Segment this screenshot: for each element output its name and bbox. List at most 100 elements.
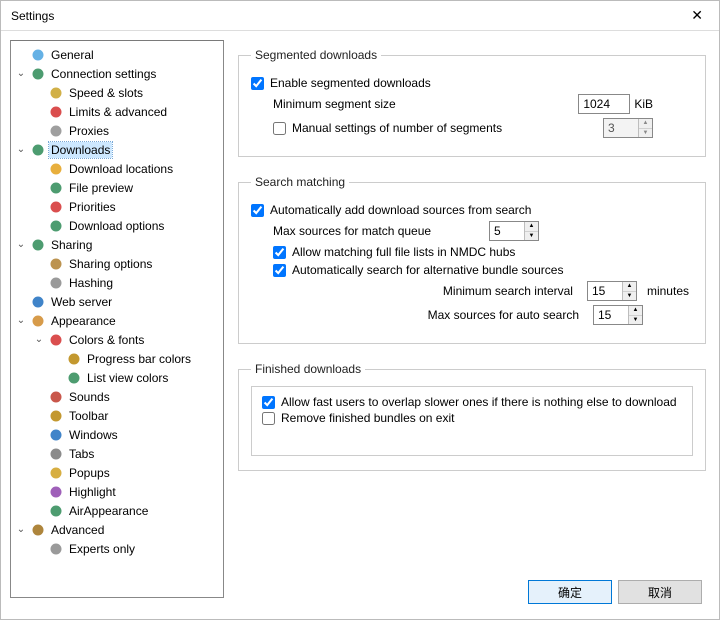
tree-item-label: File preview xyxy=(67,180,135,196)
tree-item-limits-advanced[interactable]: Limits & advanced xyxy=(15,102,224,121)
overlap-checkbox[interactable]: Allow fast users to overlap slower ones … xyxy=(262,395,677,409)
tree-item-toolbar[interactable]: Toolbar xyxy=(15,406,224,425)
web-icon xyxy=(30,294,46,310)
allow-nmdc-label: Allow matching full file lists in NMDC h… xyxy=(292,245,515,259)
allow-nmdc-checkbox[interactable]: Allow matching full file lists in NMDC h… xyxy=(273,245,515,259)
max-match-spinner[interactable]: ▲▼ xyxy=(489,221,539,241)
finished-downloads-group: Finished downloads Allow fast users to o… xyxy=(238,362,706,471)
tree-item-file-preview[interactable]: File preview xyxy=(15,178,224,197)
settings-tree[interactable]: General⌄ Connection settings Speed & slo… xyxy=(10,40,224,598)
tree-item-advanced[interactable]: ⌄ Advanced xyxy=(15,520,224,539)
max-auto-input[interactable] xyxy=(594,306,628,324)
enable-segmented-checkbox[interactable]: Enable segmented downloads xyxy=(251,76,431,90)
tree-item-experts-only[interactable]: Experts only xyxy=(15,539,224,558)
toolbar-icon xyxy=(48,408,64,424)
collapse-icon[interactable]: ⌄ xyxy=(15,315,27,326)
min-segment-size-label: Minimum segment size xyxy=(273,97,396,111)
remove-finished-input[interactable] xyxy=(262,412,275,425)
manual-segments-spinner: ▲▼ xyxy=(603,118,653,138)
sharing-icon xyxy=(30,237,46,253)
auto-add-sources-checkbox[interactable]: Automatically add download sources from … xyxy=(251,203,531,217)
ok-button[interactable]: 确定 xyxy=(528,580,612,604)
tree-item-label: Progress bar colors xyxy=(85,351,193,367)
min-interval-input[interactable] xyxy=(588,282,622,300)
content-area: General⌄ Connection settings Speed & slo… xyxy=(0,30,720,620)
manual-segments-checkbox[interactable]: Manual settings of number of segments xyxy=(273,121,502,135)
palette-icon xyxy=(30,313,46,329)
collapse-icon[interactable]: ⌄ xyxy=(15,144,27,155)
dialog-buttons: 确定 取消 xyxy=(528,580,702,604)
auto-alt-checkbox[interactable]: Automatically search for alternative bun… xyxy=(273,263,563,277)
min-interval-spinner[interactable]: ▲▼ xyxy=(587,281,637,301)
min-segment-size-unit: KiB xyxy=(634,97,653,111)
auto-add-sources-input[interactable] xyxy=(251,204,264,217)
cancel-button[interactable]: 取消 xyxy=(618,580,702,604)
limits-icon xyxy=(48,104,64,120)
segmented-downloads-group: Segmented downloads Enable segmented dow… xyxy=(238,48,706,157)
finished-box: Allow fast users to overlap slower ones … xyxy=(251,386,693,456)
overlap-input[interactable] xyxy=(262,396,275,409)
remove-finished-label: Remove finished bundles on exit xyxy=(281,411,454,425)
close-button[interactable]: ✕ xyxy=(683,3,711,28)
popups-icon xyxy=(48,465,64,481)
collapse-icon[interactable]: ⌄ xyxy=(15,239,27,250)
collapse-icon[interactable]: ⌄ xyxy=(15,524,27,535)
tree-item-label: Experts only xyxy=(67,541,137,557)
tree-item-label: Connection settings xyxy=(49,66,158,82)
enable-segmented-input[interactable] xyxy=(251,77,264,90)
tree-item-label: Speed & slots xyxy=(67,85,145,101)
tree-item-highlight[interactable]: Highlight xyxy=(15,482,224,501)
speed-icon xyxy=(48,85,64,101)
tree-item-sharing-options[interactable]: Sharing options xyxy=(15,254,224,273)
user-icon xyxy=(30,47,46,63)
tree-item-progress-bar-colors[interactable]: Progress bar colors xyxy=(15,349,224,368)
tree-item-list-view-colors[interactable]: List view colors xyxy=(15,368,224,387)
collapse-icon[interactable]: ⌄ xyxy=(15,68,27,79)
tree-item-sharing[interactable]: ⌄ Sharing xyxy=(15,235,224,254)
tree-item-web-server[interactable]: Web server xyxy=(15,292,224,311)
spinner-down-icon[interactable]: ▼ xyxy=(623,292,636,301)
allow-nmdc-input[interactable] xyxy=(273,246,286,259)
manual-segments-input[interactable] xyxy=(273,122,286,135)
spinner-up-icon[interactable]: ▲ xyxy=(629,306,642,316)
max-auto-spinner[interactable]: ▲▼ xyxy=(593,305,643,325)
tree-item-priorities[interactable]: Priorities xyxy=(15,197,224,216)
tree-item-label: AirAppearance xyxy=(67,503,150,519)
tree-item-windows[interactable]: Windows xyxy=(15,425,224,444)
max-match-input[interactable] xyxy=(490,222,524,240)
tree-item-airappearance[interactable]: AirAppearance xyxy=(15,501,224,520)
tree-item-tabs[interactable]: Tabs xyxy=(15,444,224,463)
tree-item-label: Proxies xyxy=(67,123,111,139)
air-icon xyxy=(48,503,64,519)
tree-item-connection-settings[interactable]: ⌄ Connection settings xyxy=(15,64,224,83)
min-segment-size-input[interactable] xyxy=(578,94,630,114)
tree-item-sounds[interactable]: Sounds xyxy=(15,387,224,406)
spinner-down-icon[interactable]: ▼ xyxy=(629,316,642,325)
tree-item-label: Advanced xyxy=(49,522,106,538)
spinner-up-icon[interactable]: ▲ xyxy=(525,222,538,232)
tree-item-downloads[interactable]: ⌄ Downloads xyxy=(15,140,224,159)
tree-item-colors-fonts[interactable]: ⌄ Colors & fonts xyxy=(15,330,224,349)
priority-icon xyxy=(48,199,64,215)
tree-item-popups[interactable]: Popups xyxy=(15,463,224,482)
collapse-icon[interactable]: ⌄ xyxy=(33,334,45,345)
tree-item-download-locations[interactable]: Download locations xyxy=(15,159,224,178)
spinner-up-icon[interactable]: ▲ xyxy=(623,282,636,292)
tree-item-proxies[interactable]: Proxies xyxy=(15,121,224,140)
enable-segmented-label: Enable segmented downloads xyxy=(270,76,431,90)
colors-icon xyxy=(48,332,64,348)
tree-item-speed-slots[interactable]: Speed & slots xyxy=(15,83,224,102)
tree-item-appearance[interactable]: ⌄ Appearance xyxy=(15,311,224,330)
sounds-icon xyxy=(48,389,64,405)
tree-item-general[interactable]: General xyxy=(15,45,224,64)
manual-segments-value xyxy=(604,119,638,137)
titlebar: Settings ✕ xyxy=(1,1,719,31)
remove-finished-checkbox[interactable]: Remove finished bundles on exit xyxy=(262,411,454,425)
tree-item-hashing[interactable]: Hashing xyxy=(15,273,224,292)
auto-add-sources-label: Automatically add download sources from … xyxy=(270,203,531,217)
spinner-down-icon[interactable]: ▼ xyxy=(525,232,538,241)
auto-alt-input[interactable] xyxy=(273,264,286,277)
spinner-down-icon: ▼ xyxy=(639,129,652,138)
tree-item-download-options[interactable]: Download options xyxy=(15,216,224,235)
tree-item-label: List view colors xyxy=(85,370,170,386)
